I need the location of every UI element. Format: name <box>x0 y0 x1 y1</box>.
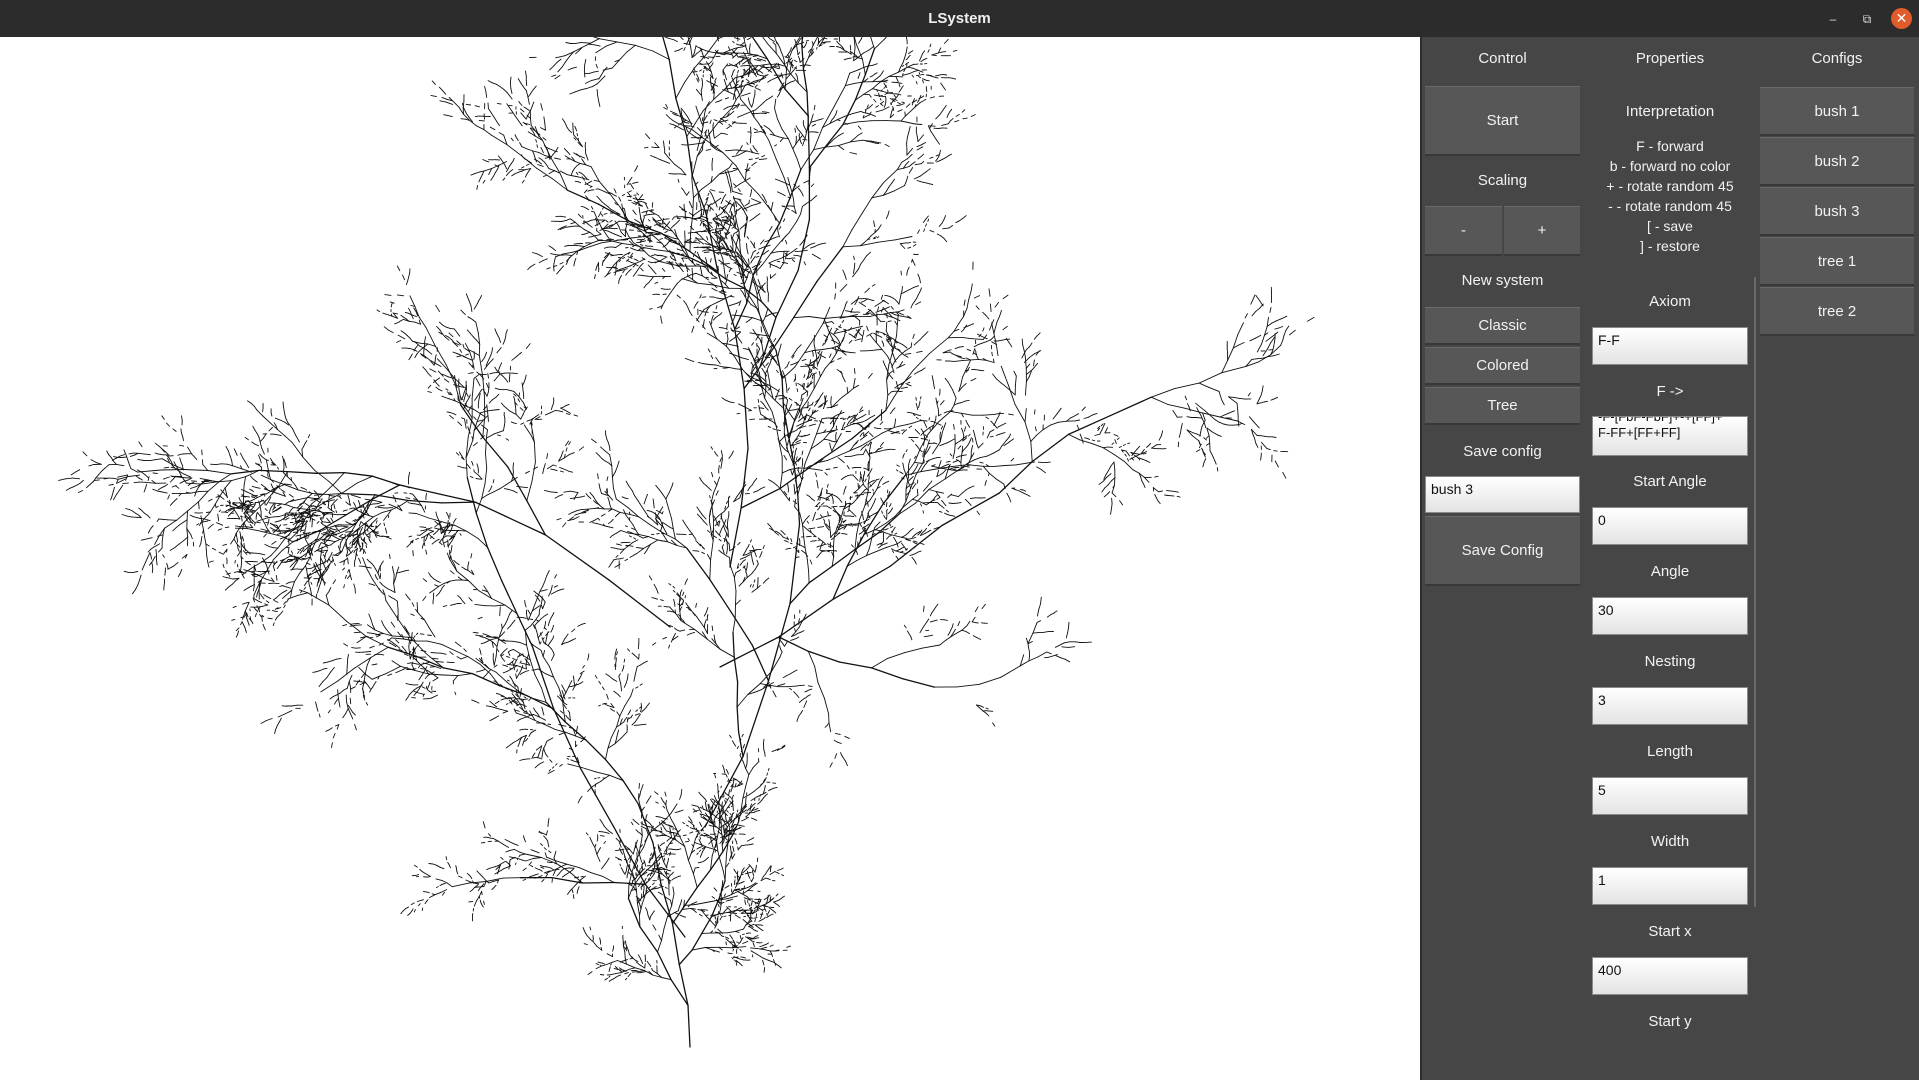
restore-icon[interactable]: ⧉ <box>1857 9 1877 29</box>
properties-heading: Properties <box>1635 50 1705 67</box>
start-x-label: Start x <box>1648 923 1692 940</box>
scale-down-button[interactable]: - <box>1425 206 1502 256</box>
drawing-canvas[interactable] <box>0 37 1420 1080</box>
preset-tree-button[interactable]: Tree <box>1425 387 1580 425</box>
config-item[interactable]: bush 1 <box>1760 87 1914 136</box>
nesting-input[interactable]: 3 <box>1592 687 1748 725</box>
app-window: LSystem – ⧉ ✕ Control Start Scaling - + … <box>0 0 1919 1080</box>
start-x-input[interactable]: 400 <box>1592 957 1748 995</box>
lsystem-plant-drawing <box>58 37 1315 1048</box>
scale-up-button[interactable]: + <box>1504 206 1580 256</box>
interpretation-line: + - rotate random 45 <box>1606 178 1734 194</box>
interpretation-line: - - rotate random 45 <box>1608 198 1732 214</box>
interpretation-line: ] - restore <box>1640 238 1700 254</box>
config-item[interactable]: tree 1 <box>1760 237 1914 286</box>
interpretation-line: [ - save <box>1647 218 1693 234</box>
axiom-label: Axiom <box>1649 293 1691 310</box>
interpretation-line: b - forward no color <box>1609 158 1731 174</box>
start-y-label: Start y <box>1648 1013 1692 1030</box>
minimize-icon[interactable]: – <box>1823 9 1843 29</box>
length-input[interactable]: 5 <box>1592 777 1748 815</box>
width-label: Width <box>1650 833 1690 850</box>
nesting-label: Nesting <box>1644 653 1696 670</box>
properties-scrollbar[interactable] <box>1754 277 1756 907</box>
preset-colored-button[interactable]: Colored <box>1425 347 1580 385</box>
config-name-input[interactable]: bush 3 <box>1425 476 1580 513</box>
axiom-input[interactable]: F-F <box>1592 327 1748 365</box>
rule-line: F-FF+[FF+FF] <box>1598 425 1681 440</box>
length-label: Length <box>1647 743 1693 760</box>
rule-input[interactable]: -F-[FbF-FbF]+-+[FF]+ F-FF+[FF+FF] <box>1592 416 1748 456</box>
config-item[interactable]: bush 3 <box>1760 187 1914 236</box>
save-config-button[interactable]: Save Config <box>1425 516 1580 586</box>
start-angle-label: Start Angle <box>1633 473 1707 490</box>
angle-input[interactable]: 30 <box>1592 597 1748 635</box>
control-heading: Control <box>1478 50 1527 67</box>
interpretation-title: Interpretation <box>1625 103 1715 120</box>
interpretation-line: F - forward <box>1636 138 1704 154</box>
angle-label: Angle <box>1650 563 1690 580</box>
save-config-label: Save config <box>1463 443 1542 460</box>
config-item[interactable]: tree 2 <box>1760 287 1914 336</box>
window-title: LSystem <box>928 10 991 27</box>
width-input[interactable]: 1 <box>1592 867 1748 905</box>
rule-line: -F-[FbF-FbF]+-+[FF]+ <box>1598 416 1723 424</box>
title-bar[interactable]: LSystem – ⧉ ✕ <box>0 0 1919 37</box>
configs-heading: Configs <box>1811 50 1863 67</box>
interpretation-legend: F - forward b - forward no color + - rot… <box>1590 136 1750 256</box>
scaling-label: Scaling <box>1477 172 1528 189</box>
start-button[interactable]: Start <box>1425 86 1580 156</box>
start-angle-input[interactable]: 0 <box>1592 507 1748 545</box>
close-icon[interactable]: ✕ <box>1891 8 1912 29</box>
config-item[interactable]: bush 2 <box>1760 137 1914 186</box>
rule-label: F -> <box>1656 383 1684 400</box>
preset-classic-button[interactable]: Classic <box>1425 307 1580 345</box>
new-system-label: New system <box>1461 272 1544 289</box>
